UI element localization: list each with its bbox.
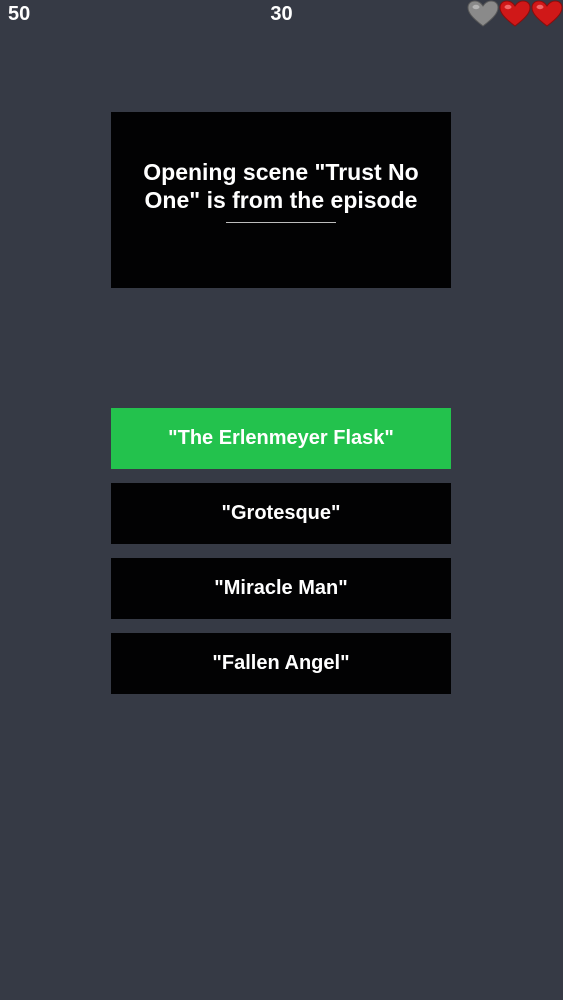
- heart-full-icon: [531, 0, 563, 27]
- question-panel: Opening scene "Trust No One" is from the…: [111, 112, 451, 288]
- heart-lost-icon: [467, 0, 499, 27]
- answer-button-4[interactable]: "Fallen Angel": [111, 633, 451, 694]
- heart-full-icon: [499, 0, 531, 27]
- answer-list: "The Erlenmeyer Flask" "Grotesque" "Mira…: [111, 408, 451, 708]
- lives-indicator: [467, 0, 563, 28]
- answer-button-1[interactable]: "The Erlenmeyer Flask": [111, 408, 451, 469]
- answer-button-3[interactable]: "Miracle Man": [111, 558, 451, 619]
- answer-blank: [226, 222, 336, 223]
- question-text: Opening scene "Trust No One" is from the…: [143, 159, 419, 213]
- answer-button-2[interactable]: "Grotesque": [111, 483, 451, 544]
